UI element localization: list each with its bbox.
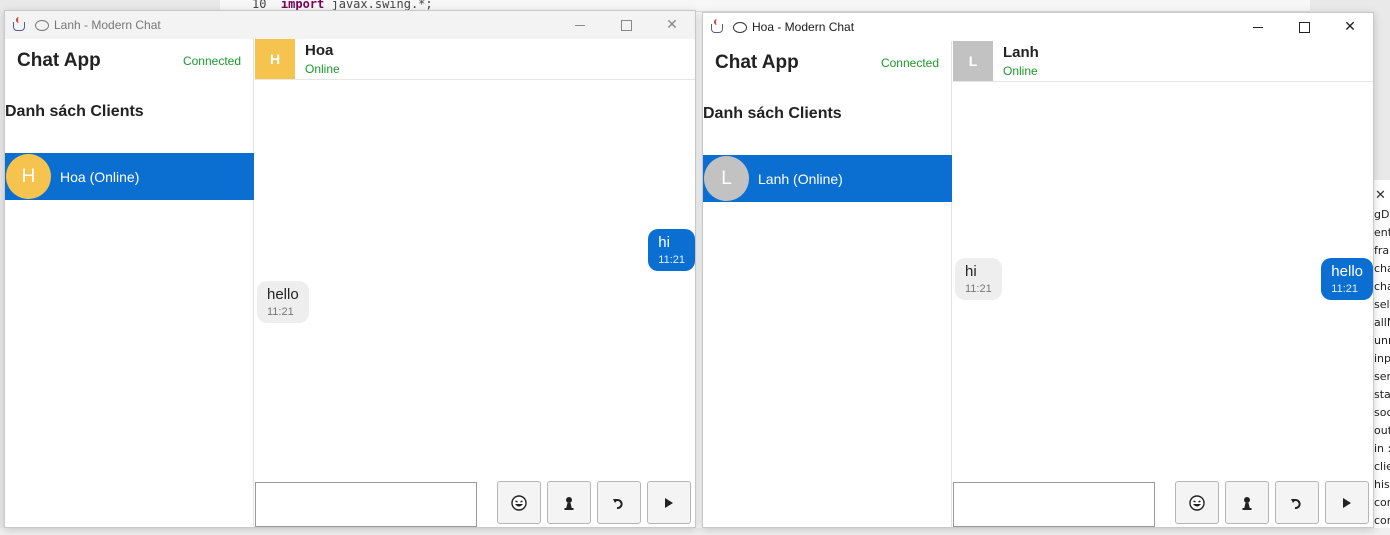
clients-heading: Danh sách Clients (5, 103, 144, 120)
message-received: hello 11:21 (257, 281, 309, 323)
contact-name: Lanh (1003, 44, 1039, 61)
message-input[interactable] (255, 482, 477, 527)
avatar: H (6, 154, 51, 199)
ide-panel-close-icon[interactable]: ✕ (1375, 188, 1386, 203)
message-text: hi (965, 263, 977, 280)
client-name: Lanh (Online) (758, 170, 843, 187)
contact-status: Online (305, 62, 340, 76)
sidebar: Chat App Connected Danh sách Clients H H… (5, 39, 254, 527)
message-time: 11:21 (1331, 283, 1359, 295)
app-title: Chat App (715, 52, 799, 73)
chat-bubble-icon (35, 19, 49, 31)
chat-bubble-icon (733, 21, 747, 33)
title-bar[interactable]: Lanh - Modern Chat ✕ (5, 11, 695, 39)
ide-fragment: ser (1374, 370, 1390, 383)
connection-status: Connected (880, 56, 939, 70)
java-icon (11, 17, 27, 33)
chat-panel: L Lanh Online hi 11:21 hello 11:21 (953, 41, 1373, 527)
header-avatar: L (953, 41, 993, 81)
taskbar-edge (0, 528, 1390, 535)
emoji-icon (511, 494, 527, 511)
title-bar[interactable]: Hoa - Modern Chat ✕ (703, 13, 1373, 41)
send-button[interactable] (647, 481, 691, 524)
ide-fragment: clie (1374, 460, 1390, 473)
window-controls: ✕ (1235, 13, 1373, 41)
close-button[interactable]: ✕ (649, 11, 695, 39)
maximize-button[interactable] (1281, 13, 1327, 41)
ide-fragment: out (1374, 424, 1390, 437)
message-text: hello (1331, 263, 1363, 280)
message-text: hello (267, 286, 299, 303)
connection-status: Connected (182, 54, 241, 68)
refresh-button[interactable] (597, 481, 641, 524)
rotate-icon (613, 498, 623, 509)
message-time: 11:21 (965, 283, 992, 295)
chat-window-lanh: Lanh - Modern Chat ✕ Chat App Connected … (4, 10, 696, 528)
composer (255, 481, 695, 527)
window-title: Lanh - Modern Chat (54, 18, 161, 32)
chat-header: L Lanh Online (953, 41, 1373, 82)
chat-window-hoa: Hoa - Modern Chat ✕ Chat App Connected D… (702, 12, 1374, 528)
contact-status: Online (1003, 64, 1038, 78)
composer (953, 481, 1373, 527)
ide-fragment: hist (1374, 478, 1390, 491)
minimize-button[interactable] (557, 11, 603, 39)
message-text: hi (658, 234, 670, 251)
message-input[interactable] (953, 482, 1155, 527)
app-title: Chat App (17, 50, 101, 71)
sidebar: Chat App Connected Danh sách Clients L L… (703, 41, 952, 527)
ide-fragment: unr (1374, 334, 1390, 347)
message-time: 11:21 (658, 254, 685, 266)
header-info: Lanh Online (1003, 44, 1039, 81)
emoji-button[interactable] (497, 481, 541, 524)
header-avatar: H (255, 39, 295, 79)
ide-fragment: cor (1374, 496, 1390, 509)
clients-heading: Danh sách Clients (703, 105, 842, 122)
client-list-item[interactable]: L Lanh (Online) (703, 155, 952, 202)
emoji-icon (1189, 494, 1205, 511)
contact-name: Hoa (305, 42, 334, 59)
minimize-button[interactable] (1235, 13, 1281, 41)
close-button[interactable]: ✕ (1327, 13, 1373, 41)
window-controls: ✕ (557, 11, 695, 39)
send-icon (665, 497, 673, 508)
chat-panel: H Hoa Online hi 11:21 hello 11:21 (255, 39, 695, 527)
user-icon (564, 496, 574, 510)
window-title: Hoa - Modern Chat (752, 20, 855, 34)
message-time: 11:21 (267, 306, 294, 318)
ide-fragment: frar (1374, 244, 1390, 257)
ide-fragment: cor (1374, 514, 1390, 527)
maximize-button[interactable] (603, 11, 649, 39)
user-icon (1242, 496, 1252, 510)
message-sent: hello 11:21 (1321, 258, 1373, 300)
message-sent: hi 11:21 (648, 229, 695, 271)
avatar: L (704, 156, 749, 201)
user-button[interactable] (547, 481, 591, 524)
send-icon (1343, 497, 1351, 508)
ide-fragment: allN (1374, 316, 1390, 329)
user-button[interactable] (1225, 481, 1269, 524)
emoji-button[interactable] (1175, 481, 1219, 524)
ide-fragment: cha (1374, 280, 1390, 293)
chat-header: H Hoa Online (255, 39, 695, 80)
ide-fragment: soc (1374, 406, 1390, 419)
client-name: Hoa (Online) (60, 168, 140, 185)
ide-fragment: ent (1374, 226, 1390, 239)
message-received: hi 11:21 (955, 258, 1002, 300)
ide-fragment: inp (1374, 352, 1390, 365)
ide-fragment: sele (1374, 298, 1390, 311)
ide-fragment: in : (1374, 442, 1390, 455)
header-info: Hoa Online (305, 42, 340, 79)
send-button[interactable] (1325, 481, 1369, 524)
client-list-item[interactable]: H Hoa (Online) (5, 153, 254, 200)
ide-fragment: cha (1374, 262, 1390, 275)
ide-fragment: stat (1374, 388, 1390, 401)
rotate-icon (1291, 498, 1301, 509)
java-icon (709, 19, 725, 35)
refresh-button[interactable] (1275, 481, 1319, 524)
ide-fragment: gDı (1374, 208, 1390, 221)
